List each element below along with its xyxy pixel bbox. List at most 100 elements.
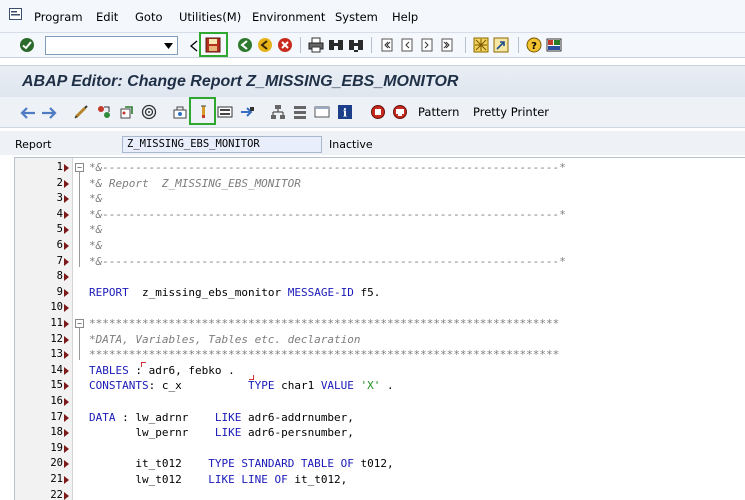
enter-icon[interactable] bbox=[18, 36, 36, 54]
line-number: 16 bbox=[50, 395, 63, 407]
pretty-printer-button[interactable]: Pretty Printer bbox=[473, 105, 549, 119]
code-line[interactable]: 15 CONSTANTS: c_x TYPE char1 VALUE 'X' . bbox=[15, 378, 745, 394]
last-page-icon[interactable] bbox=[438, 36, 456, 54]
code-line[interactable]: 22 bbox=[15, 488, 745, 500]
code-identifier: : lw_adrnr bbox=[115, 410, 215, 424]
report-name-field[interactable]: Z_MISSING_EBS_MONITOR bbox=[122, 136, 322, 153]
display-change-icon[interactable] bbox=[72, 103, 90, 121]
active-inactive-icon[interactable] bbox=[118, 103, 136, 121]
command-input[interactable] bbox=[46, 37, 158, 54]
other-object-icon[interactable] bbox=[95, 103, 113, 121]
display-object-list-icon[interactable] bbox=[238, 103, 256, 121]
line-marker-icon bbox=[64, 195, 69, 204]
code-line[interactable]: 3 *& bbox=[15, 191, 745, 207]
session-breakpoint-icon[interactable] bbox=[391, 103, 409, 121]
line-number: 15 bbox=[50, 379, 63, 392]
info-icon[interactable]: i bbox=[336, 103, 354, 121]
back-icon[interactable] bbox=[236, 36, 254, 54]
code-text: lw_pernr LIKE adr6-persnumber, bbox=[89, 425, 354, 441]
hierarchy-icon[interactable] bbox=[291, 103, 309, 121]
code-line[interactable]: 21 lw_t012 LIKE LINE OF it_t012, bbox=[15, 472, 745, 488]
code-line[interactable]: 14 TABLES : adr6, febko . bbox=[15, 363, 745, 379]
code-line[interactable]: 16 bbox=[15, 394, 745, 410]
test-icon[interactable] bbox=[216, 103, 234, 121]
code-line[interactable]: 2 *& Report Z_MISSING_EBS_MONITOR bbox=[15, 176, 745, 192]
find-icon[interactable] bbox=[327, 36, 345, 54]
code-line[interactable]: 11 − *************************************… bbox=[15, 316, 745, 332]
line-number: 20 bbox=[50, 457, 63, 470]
code-line[interactable]: 13 **************************************… bbox=[15, 347, 745, 363]
pattern-button[interactable]: Pattern bbox=[418, 105, 459, 119]
code-line[interactable]: 12 *DATA, Variables, Tables etc. declarat… bbox=[15, 332, 745, 348]
previous-page-icon[interactable] bbox=[398, 36, 416, 54]
menu-environment[interactable]: Environment bbox=[252, 10, 325, 24]
code-line[interactable]: 10 bbox=[15, 300, 745, 316]
forward-arrow-icon[interactable] bbox=[40, 104, 58, 122]
line-number: 9 bbox=[56, 285, 63, 298]
line-marker-icon bbox=[64, 476, 69, 484]
exit-icon[interactable] bbox=[256, 36, 274, 54]
code-comment: *& bbox=[89, 192, 103, 206]
help-icon[interactable]: ? bbox=[525, 36, 543, 54]
line-marker-icon bbox=[64, 413, 69, 422]
line-number: 8 bbox=[56, 270, 63, 283]
code-keyword: TABLES bbox=[89, 363, 129, 377]
menu-program[interactable]: Program bbox=[34, 10, 83, 24]
print-icon[interactable] bbox=[307, 36, 325, 54]
code-line[interactable]: 7 *&-------------------------------------… bbox=[15, 254, 745, 270]
first-page-icon[interactable] bbox=[378, 36, 396, 54]
line-marker-icon bbox=[64, 366, 69, 375]
code-editor[interactable]: 1− *&------------------------------------… bbox=[14, 157, 745, 500]
display-icon[interactable] bbox=[313, 103, 331, 121]
line-marker-icon bbox=[64, 179, 69, 188]
customize-layout-icon[interactable] bbox=[545, 36, 563, 54]
line-number: 18 bbox=[50, 426, 63, 439]
code-line[interactable]: 4 *&-------------------------------------… bbox=[15, 207, 745, 223]
code-line[interactable]: 17 DATA : lw_adrnr LIKE adr6-addrnumber, bbox=[15, 410, 745, 426]
menu-bar: Program Edit Goto Utilities(M) Environme… bbox=[0, 0, 745, 33]
menu-edit[interactable]: Edit bbox=[96, 10, 118, 24]
code-text: *&--------------------------------------… bbox=[89, 160, 566, 176]
code-line[interactable]: 1 − *&------------------------------------… bbox=[15, 160, 745, 176]
fold-toggle-icon[interactable]: − bbox=[75, 163, 84, 172]
menu-system[interactable]: System bbox=[335, 10, 378, 24]
line-marker-icon bbox=[64, 273, 69, 282]
code-line[interactable]: 5 *& bbox=[15, 222, 745, 238]
shortcut-icon[interactable] bbox=[492, 36, 510, 54]
code-text: it_t012 TYPE STANDARD TABLE OF t012, bbox=[89, 456, 393, 472]
breakpoint-icon[interactable] bbox=[369, 103, 387, 121]
code-line[interactable]: 18 lw_pernr LIKE adr6-persnumber, bbox=[15, 425, 745, 441]
code-line[interactable]: 20 it_t012 TYPE STANDARD TABLE OF t012, bbox=[15, 456, 745, 472]
menu-utilities[interactable]: Utilities(M) bbox=[179, 10, 241, 24]
code-line[interactable]: 6 *& bbox=[15, 238, 745, 254]
code-line[interactable]: 9 REPORT z_missing_ebs_monitor MESSAGE-ID… bbox=[15, 285, 745, 301]
command-field[interactable] bbox=[45, 36, 178, 55]
menu-help[interactable]: Help bbox=[392, 10, 418, 24]
code-line[interactable]: 19 bbox=[15, 441, 745, 457]
save-icon[interactable] bbox=[204, 36, 222, 54]
activate-icon[interactable] bbox=[194, 103, 212, 121]
code-identifier: f5. bbox=[353, 285, 381, 299]
system-menu-icon[interactable] bbox=[9, 8, 22, 20]
code-line[interactable]: 8 bbox=[15, 269, 745, 285]
cancel-icon[interactable] bbox=[276, 36, 294, 54]
command-field-dropdown-icon[interactable] bbox=[161, 39, 175, 53]
selection-bracket-start bbox=[141, 362, 146, 367]
code-identifier: lw_t012 bbox=[89, 473, 209, 486]
code-text: ****************************************… bbox=[89, 316, 559, 332]
line-marker-icon bbox=[64, 210, 69, 219]
line-marker-icon bbox=[64, 304, 69, 313]
navigation-icon[interactable] bbox=[269, 103, 287, 121]
next-page-icon[interactable] bbox=[418, 36, 436, 54]
code-comment: *&--------------------------------------… bbox=[89, 207, 566, 221]
menu-goto[interactable]: Goto bbox=[135, 10, 163, 24]
find-next-icon[interactable] bbox=[347, 36, 365, 54]
create-session-icon[interactable] bbox=[472, 36, 490, 54]
code-identifier: z_missing_ebs_monitor bbox=[128, 285, 288, 299]
back-arrow-icon[interactable] bbox=[19, 104, 37, 122]
where-used-icon[interactable] bbox=[140, 103, 158, 121]
check-syntax-icon[interactable] bbox=[171, 103, 189, 121]
line-marker-icon bbox=[64, 398, 69, 406]
svg-text:?: ? bbox=[531, 41, 537, 52]
fold-toggle-icon[interactable]: − bbox=[75, 319, 84, 328]
